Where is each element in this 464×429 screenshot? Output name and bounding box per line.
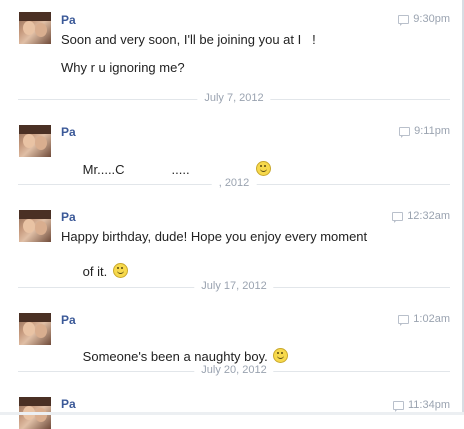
- message-time: 9:30pm: [398, 13, 450, 26]
- smiley-icon: [255, 161, 271, 176]
- message-text: Happy birthday, dude! Hope you enjoy eve…: [61, 229, 368, 244]
- speech-bubble-icon: [399, 126, 411, 138]
- date-label: July 7, 2012: [197, 92, 271, 104]
- date-label: July 20, 2012: [194, 364, 274, 376]
- message-text: Soon and very soon, I'll be joining you …: [61, 32, 316, 47]
- avatar[interactable]: [19, 12, 51, 44]
- message-text-content: Someone's been a naughty boy.: [82, 349, 268, 364]
- speech-bubble-icon: [392, 211, 404, 223]
- date-divider: July 7, 2012: [18, 92, 450, 106]
- sender-name[interactable]: Pa: [61, 210, 76, 224]
- avatar[interactable]: [19, 210, 51, 242]
- timestamp: 11:34pm: [408, 399, 450, 411]
- sender-name[interactable]: Pa: [61, 313, 76, 327]
- date-label: , 2012: [211, 177, 257, 189]
- sender-name[interactable]: Pa: [61, 397, 76, 411]
- timestamp: 1:02am: [413, 313, 450, 325]
- sender-name[interactable]: Pa: [61, 13, 76, 27]
- speech-bubble-icon: [398, 14, 410, 26]
- message-time: 1:02am: [398, 313, 450, 326]
- smiley-icon: [112, 263, 128, 278]
- message-text: Why r u ignoring me?: [61, 60, 185, 75]
- date-divider: , 2012: [18, 177, 450, 191]
- avatar[interactable]: [19, 125, 51, 157]
- sender-name[interactable]: Pa: [61, 125, 76, 139]
- message-text-content: of it.: [82, 264, 108, 279]
- smiley-icon: [273, 348, 289, 363]
- avatar[interactable]: [19, 313, 51, 345]
- message-time: 11:34pm: [393, 399, 450, 412]
- speech-bubble-icon: [393, 400, 404, 412]
- timestamp: 12:32am: [407, 210, 450, 222]
- date-divider: July 17, 2012: [18, 280, 450, 294]
- speech-bubble-icon: [398, 314, 410, 326]
- message-thread: Pa 9:30pm Soon and very soon, I'll be jo…: [0, 0, 464, 429]
- message-text-content: Mr.....C .....: [82, 162, 190, 177]
- date-divider: July 20, 2012: [18, 364, 450, 378]
- timestamp: 9:30pm: [413, 13, 450, 25]
- message-time: 12:32am: [392, 210, 450, 223]
- date-label: July 17, 2012: [194, 280, 274, 292]
- timestamp: 9:11pm: [414, 125, 450, 137]
- message-time: 9:11pm: [399, 125, 450, 138]
